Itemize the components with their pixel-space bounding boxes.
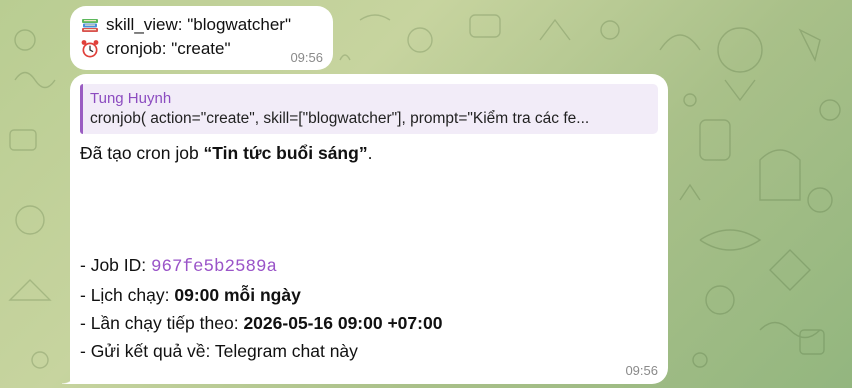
next-run-label: - Lần chạy tiếp theo: [80,313,244,333]
created-prefix: Đã tạo cron job [80,143,204,163]
schedule-label: - Lịch chạy: [80,285,175,305]
cron-job-reply-message-bubble: Tung Huynh cronjob( action="create", ski… [62,74,668,384]
tool-call-line: cronjob: "create" [80,37,323,61]
quoted-reply-text: cronjob( action="create", skill=["blogwa… [90,110,590,127]
blank-space [80,167,658,251]
next-run-line: - Lần chạy tiếp theo: 2026-05-16 09:00 +… [80,309,658,337]
created-confirmation: Đã tạo cron job “Tin tức buổi sáng”. [80,139,658,167]
message-timestamp: 09:56 [625,363,658,378]
cron-job-name: “Tin tức buổi sáng” [203,143,368,163]
message-timestamp: 09:56 [290,50,323,65]
job-id-value[interactable]: 967fe5b2589a [151,257,277,277]
tool-call-line: skill_view: "blogwatcher" [80,13,323,37]
created-suffix: . [367,143,373,163]
quoted-reply-author: Tung Huynh [90,90,172,107]
tool-call-text: skill_view: "blogwatcher" [106,15,291,34]
tool-calls-message-bubble: skill_view: "blogwatcher" cronjob: "crea… [70,6,333,70]
job-id-label: - Job ID: [80,255,151,275]
job-id-line: - Job ID: 967fe5b2589a [80,251,658,281]
schedule-line: - Lịch chạy: 09:00 mỗi ngày [80,281,658,309]
alarm-clock-icon [80,39,100,59]
books-icon [80,15,100,35]
quoted-reply[interactable]: Tung Huynh cronjob( action="create", ski… [80,84,658,134]
next-run-value: 2026-05-16 09:00 +07:00 [243,313,443,333]
schedule-value: 09:00 mỗi ngày [174,285,301,305]
deliver-line: - Gửi kết quả về: Telegram chat này [80,341,358,361]
tool-call-text: cronjob: "create" [106,39,231,58]
